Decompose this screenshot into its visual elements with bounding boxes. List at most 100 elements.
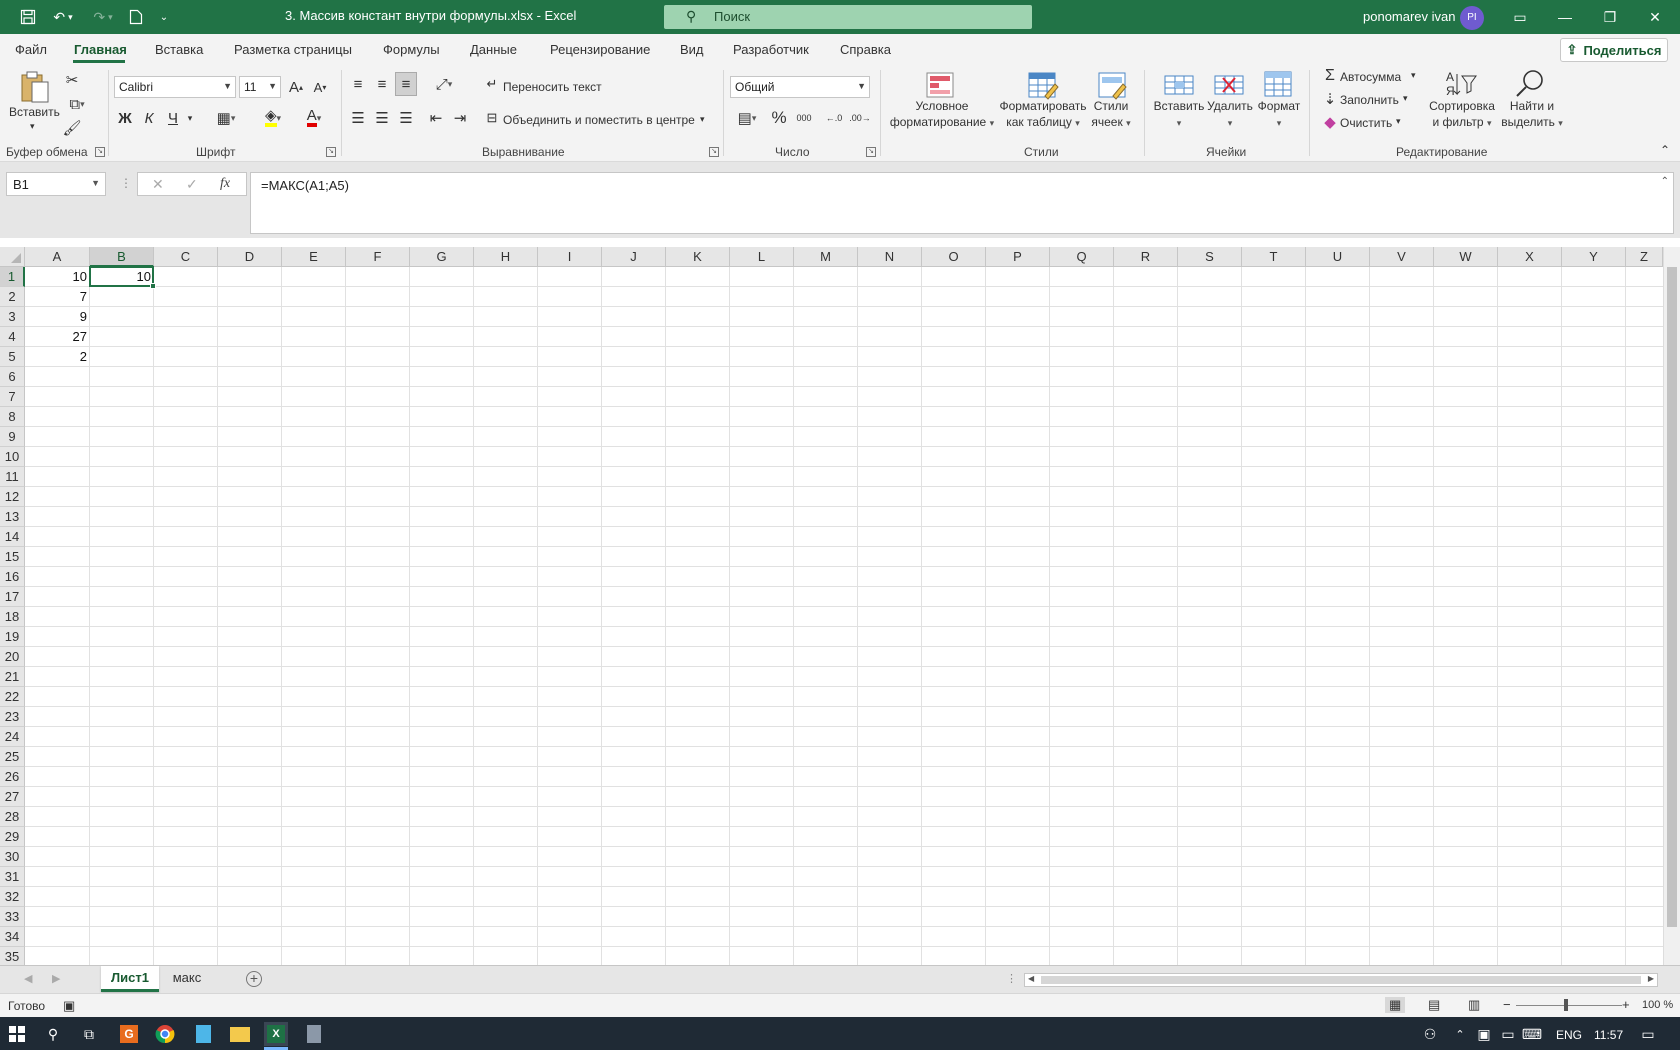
column-header-n[interactable]: N <box>858 247 922 267</box>
share-button[interactable]: ⇪ Поделиться <box>1560 38 1668 62</box>
row-header-6[interactable]: 6 <box>0 367 25 387</box>
row-header-23[interactable]: 23 <box>0 707 25 727</box>
clear-dropdown-icon[interactable]: ▾ <box>1396 116 1401 127</box>
decrease-decimal-icon[interactable]: .00→ <box>848 107 872 129</box>
restore-icon[interactable]: ❐ <box>1595 6 1625 28</box>
row-header-22[interactable]: 22 <box>0 687 25 707</box>
zoom-in-icon[interactable]: + <box>1622 997 1630 1012</box>
task-view-icon[interactable]: ⧉ <box>77 1022 101 1046</box>
underline-dropdown-icon[interactable]: ▾ <box>184 107 196 129</box>
accounting-format-icon[interactable]: ▤ ▾ <box>730 107 764 129</box>
tab-page-layout[interactable]: Разметка страницы <box>234 42 352 57</box>
orientation-icon[interactable]: ⤢ ▾ <box>428 74 460 94</box>
chrome-icon[interactable] <box>153 1022 177 1046</box>
cancel-icon[interactable]: ✕ <box>152 176 164 193</box>
enter-icon[interactable]: ✓ <box>186 176 198 193</box>
insert-cells-button[interactable]: Вставить ▾ <box>1152 98 1206 131</box>
zoom-out-icon[interactable]: − <box>1503 997 1511 1012</box>
align-top-icon[interactable]: ≡ <box>348 74 368 94</box>
customize-toolbar-icon[interactable]: ⌄ <box>156 8 172 26</box>
row-header-30[interactable]: 30 <box>0 847 25 867</box>
column-header-g[interactable]: G <box>410 247 474 267</box>
row-header-15[interactable]: 15 <box>0 547 25 567</box>
tab-home[interactable]: Главная <box>74 42 127 57</box>
row-header-19[interactable]: 19 <box>0 627 25 647</box>
column-header-x[interactable]: X <box>1498 247 1562 267</box>
clipboard-launcher-icon[interactable]: ↘ <box>95 147 105 157</box>
column-header-p[interactable]: P <box>986 247 1050 267</box>
zoom-level[interactable]: 100 % <box>1642 999 1673 1011</box>
row-header-4[interactable]: 4 <box>0 327 25 347</box>
merge-dropdown-icon[interactable]: ▾ <box>700 114 705 125</box>
align-bottom-icon[interactable]: ≡ <box>395 72 417 96</box>
next-sheet-icon[interactable]: ▶ <box>52 972 60 985</box>
redo-icon[interactable]: ↷ ▾ <box>88 8 118 26</box>
tab-data[interactable]: Данные <box>470 42 517 57</box>
column-header-r[interactable]: R <box>1114 247 1178 267</box>
autosum-button[interactable]: Автосумма <box>1340 70 1401 84</box>
fill-dropdown-icon[interactable]: ▾ <box>1403 93 1408 104</box>
tray-chevron-icon[interactable]: ⌃ <box>1448 1022 1472 1046</box>
tab-help[interactable]: Справка <box>840 42 891 57</box>
new-file-icon[interactable] <box>126 8 146 26</box>
horizontal-scroll-thumb[interactable] <box>1041 976 1641 984</box>
column-header-k[interactable]: K <box>666 247 730 267</box>
paste-icon[interactable] <box>18 70 52 103</box>
merge-center-button[interactable]: Объединить и поместить в центре <box>503 113 695 127</box>
zoom-slider[interactable] <box>1516 1005 1622 1006</box>
close-icon[interactable]: ✕ <box>1640 6 1670 28</box>
column-header-q[interactable]: Q <box>1050 247 1114 267</box>
page-break-view-icon[interactable]: ▥ <box>1468 997 1480 1013</box>
name-box[interactable]: B1 ▼ <box>6 172 106 196</box>
tab-view[interactable]: Вид <box>680 42 704 57</box>
tab-insert[interactable]: Вставка <box>155 42 203 57</box>
row-header-33[interactable]: 33 <box>0 907 25 927</box>
column-header-i[interactable]: I <box>538 247 602 267</box>
row-header-11[interactable]: 11 <box>0 467 25 487</box>
insert-function-icon[interactable]: fx <box>220 176 230 192</box>
column-header-l[interactable]: L <box>730 247 794 267</box>
copy-icon[interactable]: ⧉ ▾ <box>62 94 92 114</box>
row-header-21[interactable]: 21 <box>0 667 25 687</box>
prev-sheet-icon[interactable]: ◀ <box>24 972 32 985</box>
clear-button[interactable]: Очистить <box>1340 116 1392 130</box>
fill-color-icon[interactable]: ◈ ▾ <box>255 107 291 129</box>
keyboard-icon[interactable]: ⌨ <box>1520 1022 1544 1046</box>
tab-file[interactable]: Файл <box>15 42 47 57</box>
cell-a5[interactable]: 2 <box>25 347 90 367</box>
column-header-d[interactable]: D <box>218 247 282 267</box>
cut-icon[interactable]: ✂ <box>62 70 82 90</box>
column-header-u[interactable]: U <box>1306 247 1370 267</box>
scroll-right-icon[interactable]: ▶ <box>1648 974 1654 983</box>
ribbon-display-options-icon[interactable]: ▭ <box>1505 6 1535 28</box>
wrap-text-button[interactable]: Переносить текст <box>503 80 602 94</box>
align-left-icon[interactable]: ☰ <box>348 107 368 129</box>
minimize-icon[interactable]: — <box>1550 6 1580 28</box>
number-launcher-icon[interactable]: ↘ <box>866 147 876 157</box>
cell-a3[interactable]: 9 <box>25 307 90 327</box>
align-middle-icon[interactable]: ≡ <box>372 74 392 94</box>
row-header-5[interactable]: 5 <box>0 347 25 367</box>
expand-formula-bar-icon[interactable]: ⌃ <box>1661 176 1669 187</box>
column-header-c[interactable]: C <box>154 247 218 267</box>
conditional-formatting-button[interactable]: Условное форматирование ▾ <box>884 98 1000 131</box>
network-icon[interactable]: ▣ <box>1472 1022 1496 1046</box>
g-app-icon[interactable]: G <box>117 1022 141 1046</box>
row-header-9[interactable]: 9 <box>0 427 25 447</box>
scroll-left-icon[interactable]: ◀ <box>1028 974 1034 983</box>
zoom-slider-thumb[interactable] <box>1564 999 1568 1011</box>
row-header-32[interactable]: 32 <box>0 887 25 907</box>
file-explorer-icon[interactable] <box>228 1022 252 1046</box>
increase-indent-icon[interactable]: ⇥ <box>450 107 470 129</box>
format-painter-icon[interactable]: 🖌 <box>62 118 82 138</box>
row-header-26[interactable]: 26 <box>0 767 25 787</box>
format-cells-button[interactable]: Формат ▾ <box>1254 98 1304 131</box>
add-sheet-icon[interactable]: + <box>246 971 262 987</box>
row-header-13[interactable]: 13 <box>0 507 25 527</box>
percent-button[interactable]: % <box>768 107 790 129</box>
column-header-b[interactable]: B <box>90 247 154 267</box>
alignment-launcher-icon[interactable]: ↘ <box>709 147 719 157</box>
paste-button[interactable]: Вставить <box>9 105 60 119</box>
row-header-1[interactable]: 1 <box>0 267 25 287</box>
column-header-j[interactable]: J <box>602 247 666 267</box>
